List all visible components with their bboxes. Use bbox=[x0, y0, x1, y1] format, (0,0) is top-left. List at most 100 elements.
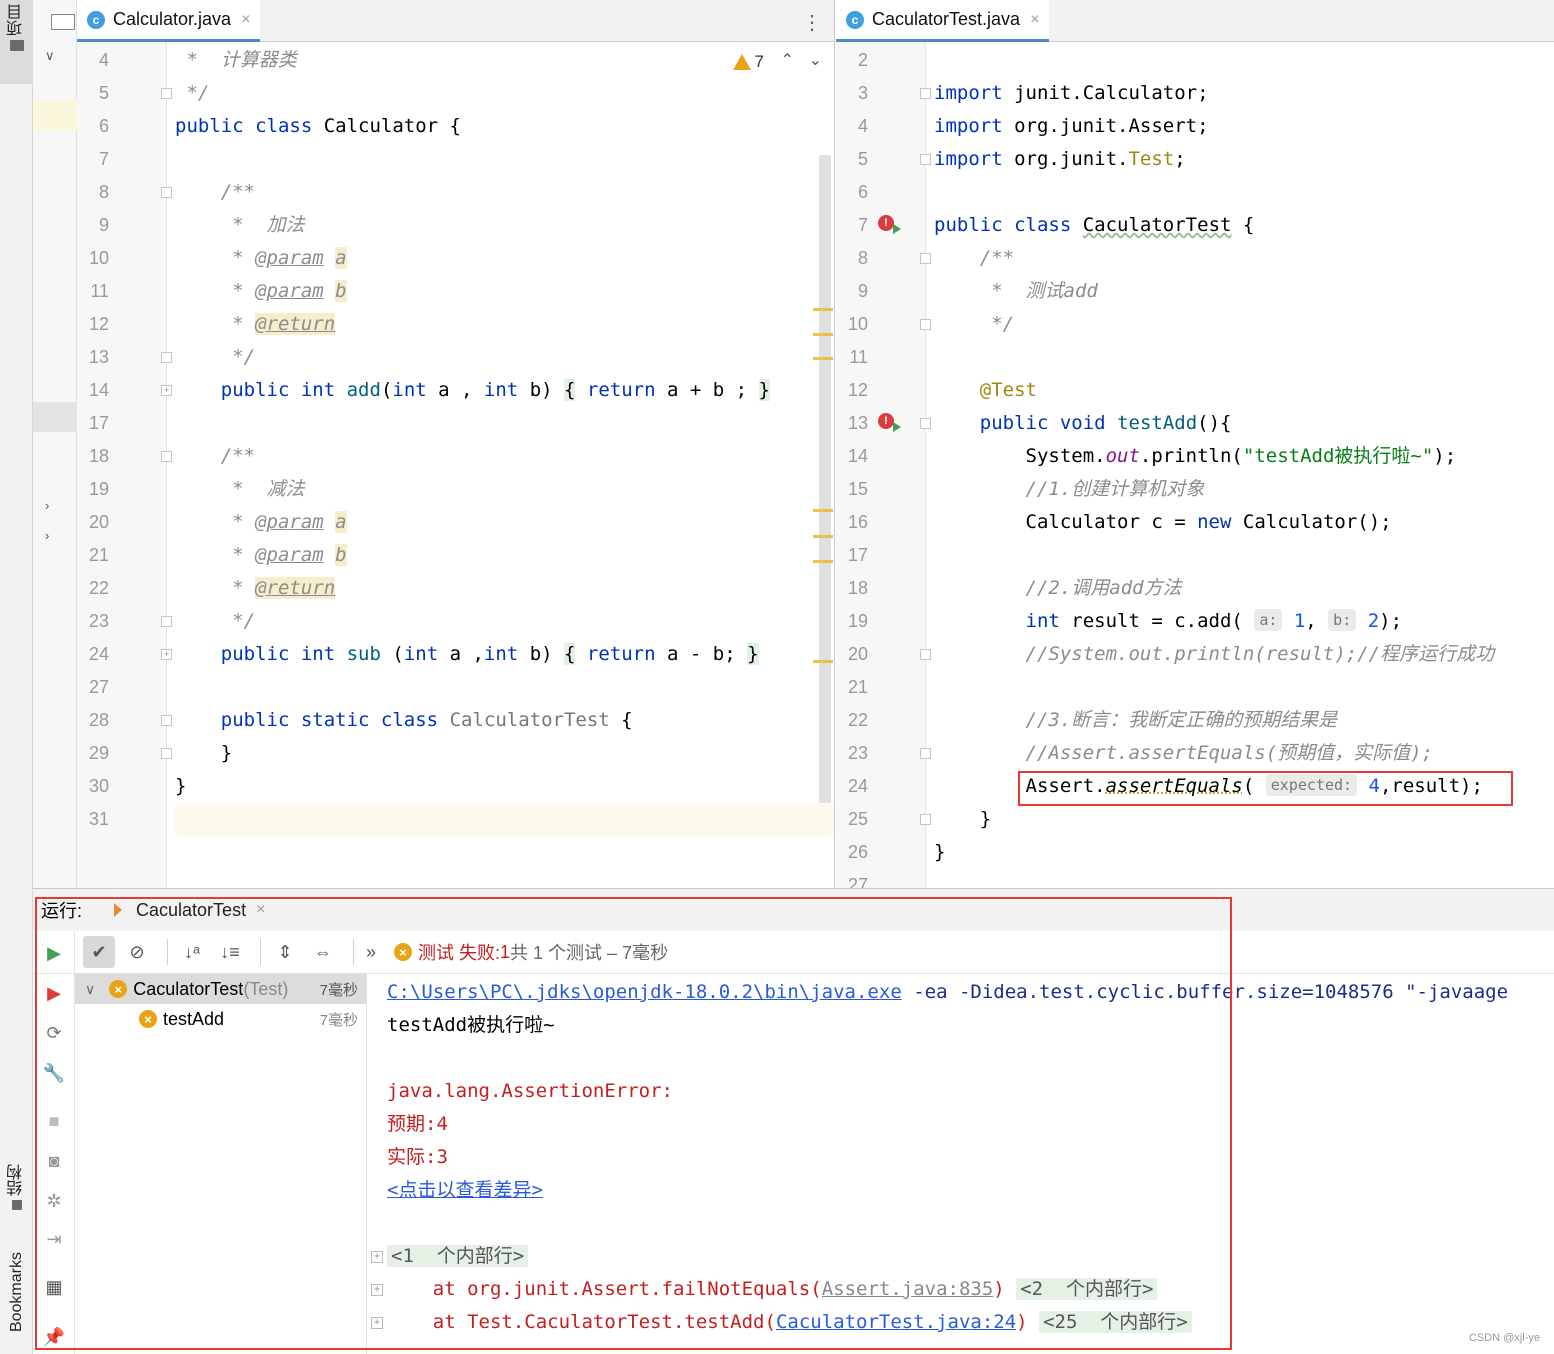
code-line[interactable]: //3.断言：我断定正确的预期结果是 bbox=[934, 704, 1554, 737]
close-icon[interactable]: × bbox=[241, 11, 250, 29]
code-line[interactable]: * @param b bbox=[175, 539, 834, 572]
code-line[interactable]: public class CaculatorTest { bbox=[934, 209, 1554, 242]
code-line[interactable]: */ bbox=[175, 605, 834, 638]
code-line[interactable]: } bbox=[934, 836, 1554, 869]
close-icon[interactable]: × bbox=[1030, 11, 1039, 29]
fold-icon[interactable] bbox=[161, 616, 172, 627]
code-line[interactable]: * @param b bbox=[175, 275, 834, 308]
code-line[interactable]: System.out.println("testAdd被执行啦~"); bbox=[934, 440, 1554, 473]
fold-icon[interactable] bbox=[161, 715, 172, 726]
code-line[interactable]: */ bbox=[934, 308, 1554, 341]
code-line[interactable]: import org.junit.Test; bbox=[934, 143, 1554, 176]
code-line[interactable] bbox=[934, 176, 1554, 209]
warning-marker[interactable] bbox=[813, 535, 833, 538]
test-failed-icon[interactable]: ! bbox=[878, 413, 894, 429]
prev-highlight-icon[interactable]: ⌃ bbox=[781, 50, 794, 70]
code-line[interactable]: * @return bbox=[175, 572, 834, 605]
code-line[interactable]: } bbox=[175, 737, 834, 770]
code-line[interactable]: /** bbox=[175, 176, 834, 209]
chevron-right-icon[interactable]: › bbox=[45, 528, 49, 543]
code-line[interactable]: } bbox=[175, 770, 834, 803]
warning-marker[interactable] bbox=[813, 560, 833, 563]
line-number: 13 bbox=[88, 347, 109, 367]
code-line[interactable]: //Assert.assertEquals(预期值，实际值); bbox=[934, 737, 1554, 770]
editor-scrollbar[interactable] bbox=[819, 155, 831, 803]
code-line[interactable] bbox=[934, 869, 1554, 888]
code-line[interactable]: int result = c.add( a: 1, b: 2); bbox=[934, 605, 1554, 638]
code-line[interactable] bbox=[175, 407, 834, 440]
line-number: 29 bbox=[88, 743, 109, 763]
code-line[interactable] bbox=[934, 671, 1554, 704]
code-line[interactable]: public class Calculator { bbox=[175, 110, 834, 143]
code-line[interactable]: /** bbox=[934, 242, 1554, 275]
code-line[interactable]: public int sub (int a ,int b) { return a… bbox=[175, 638, 834, 671]
code-line[interactable]: } bbox=[934, 803, 1554, 836]
run-test-icon[interactable] bbox=[893, 224, 901, 234]
code-line[interactable]: //1.创建计算机对象 bbox=[934, 473, 1554, 506]
warning-marker[interactable] bbox=[813, 660, 833, 663]
fold-icon[interactable] bbox=[920, 88, 931, 99]
fold-icon[interactable] bbox=[920, 748, 931, 759]
fold-icon[interactable] bbox=[161, 352, 172, 363]
line-number: 9 bbox=[98, 215, 109, 235]
chevron-right-icon[interactable]: › bbox=[45, 498, 49, 513]
code-line[interactable]: import junit.Calculator; bbox=[934, 77, 1554, 110]
code-line[interactable] bbox=[934, 539, 1554, 572]
fold-icon[interactable] bbox=[920, 418, 931, 429]
tool-strip: 项目 结构 Bookmarks bbox=[0, 0, 33, 1354]
line-number: 20 bbox=[847, 644, 868, 664]
code-line[interactable] bbox=[934, 341, 1554, 374]
code-line[interactable]: * 减法 bbox=[175, 473, 834, 506]
warning-marker[interactable] bbox=[813, 509, 833, 512]
code-line[interactable]: //System.out.println(result);//程序运行成功 bbox=[934, 638, 1554, 671]
chevron-down-icon[interactable]: ∨ bbox=[45, 48, 55, 64]
fold-icon[interactable] bbox=[920, 814, 931, 825]
line-number: 16 bbox=[847, 512, 868, 532]
fold-icon[interactable] bbox=[161, 451, 172, 462]
fold-icon[interactable]: + bbox=[161, 649, 172, 660]
code-line[interactable]: */ bbox=[175, 341, 834, 374]
code-line[interactable]: public void testAdd(){ bbox=[934, 407, 1554, 440]
code-line[interactable]: * @param a bbox=[175, 242, 834, 275]
fold-icon[interactable] bbox=[161, 748, 172, 759]
fold-icon[interactable] bbox=[920, 319, 931, 330]
line-number: 23 bbox=[88, 611, 109, 631]
code-line[interactable]: * @param a bbox=[175, 506, 834, 539]
fold-icon[interactable] bbox=[920, 154, 931, 165]
run-test-icon[interactable] bbox=[893, 422, 901, 432]
code-line[interactable] bbox=[175, 803, 834, 836]
code-line[interactable]: */ bbox=[175, 77, 834, 110]
warning-marker[interactable] bbox=[813, 357, 833, 360]
more-options-icon[interactable]: ⋮ bbox=[802, 10, 822, 35]
bookmarks-tool-tab[interactable]: Bookmarks bbox=[0, 1248, 33, 1354]
tab-calculator-java[interactable]: c Calculator.java × bbox=[77, 0, 261, 42]
warnings-indicator[interactable]: 7 bbox=[732, 52, 764, 72]
warning-marker[interactable] bbox=[813, 308, 833, 311]
code-line[interactable]: * @return bbox=[175, 308, 834, 341]
warning-marker[interactable] bbox=[813, 333, 833, 336]
code-line[interactable] bbox=[175, 143, 834, 176]
tab-caculatortest-java[interactable]: c CaculatorTest.java × bbox=[836, 0, 1050, 42]
code-line[interactable] bbox=[934, 44, 1554, 77]
code-line[interactable]: Calculator c = new Calculator(); bbox=[934, 506, 1554, 539]
structure-tool-tab[interactable]: 结构 bbox=[0, 1160, 33, 1226]
code-line[interactable]: @Test bbox=[934, 374, 1554, 407]
code-line[interactable] bbox=[175, 671, 834, 704]
code-line[interactable]: * 加法 bbox=[175, 209, 834, 242]
code-line[interactable]: import org.junit.Assert; bbox=[934, 110, 1554, 143]
fold-icon[interactable] bbox=[920, 649, 931, 660]
test-failed-icon[interactable]: ! bbox=[878, 215, 894, 231]
panel-layout-icon[interactable] bbox=[51, 14, 75, 30]
line-number: 7 bbox=[98, 149, 109, 169]
project-tool-tab[interactable]: 项目 bbox=[0, 0, 33, 84]
code-line[interactable]: //2.调用add方法 bbox=[934, 572, 1554, 605]
fold-icon[interactable] bbox=[920, 253, 931, 264]
fold-icon[interactable] bbox=[161, 187, 172, 198]
code-line[interactable]: /** bbox=[175, 440, 834, 473]
code-line[interactable]: * 测试add bbox=[934, 275, 1554, 308]
code-line[interactable]: public int add(int a , int b) { return a… bbox=[175, 374, 834, 407]
fold-icon[interactable] bbox=[161, 88, 172, 99]
code-line[interactable]: public static class CalculatorTest { bbox=[175, 704, 834, 737]
next-highlight-icon[interactable]: ⌄ bbox=[809, 50, 822, 70]
fold-icon[interactable]: + bbox=[161, 385, 172, 396]
